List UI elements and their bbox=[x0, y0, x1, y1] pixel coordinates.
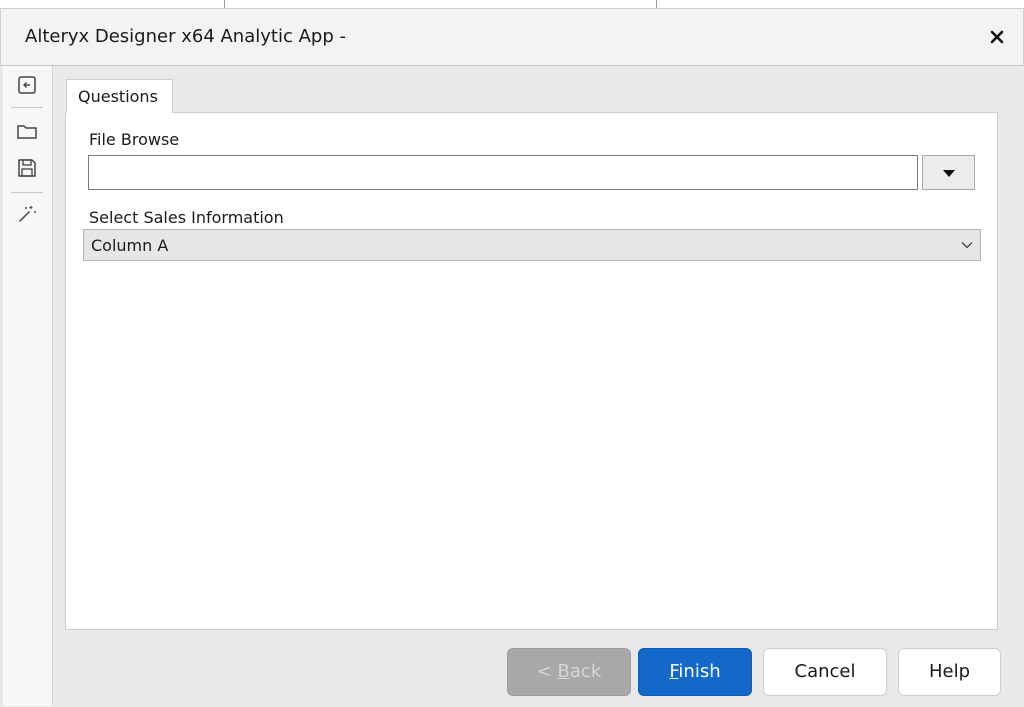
sales-select-label: Select Sales Information bbox=[89, 208, 284, 227]
close-icon bbox=[990, 30, 1004, 44]
tab-questions[interactable]: Questions bbox=[66, 79, 173, 113]
open-button[interactable] bbox=[15, 119, 39, 143]
sidebar-separator bbox=[11, 107, 43, 108]
tab-label: Questions bbox=[78, 87, 158, 106]
open-folder-icon bbox=[17, 125, 37, 139]
sidebar-separator bbox=[11, 192, 43, 193]
file-browse-label: File Browse bbox=[89, 130, 180, 149]
chevron-down-icon bbox=[961, 242, 973, 249]
file-browse-input[interactable] bbox=[88, 155, 918, 190]
caret-down-icon bbox=[943, 170, 955, 177]
magic-wand-button[interactable] bbox=[15, 202, 39, 226]
strip-divider bbox=[224, 0, 225, 8]
save-icon bbox=[18, 159, 36, 177]
window-title: Alteryx Designer x64 Analytic App - bbox=[25, 26, 346, 47]
finish-button[interactable]: Finish bbox=[638, 648, 752, 696]
help-button[interactable]: Help bbox=[898, 648, 1001, 696]
top-strip bbox=[0, 0, 1024, 8]
strip-divider bbox=[656, 0, 657, 8]
back-prefix: < bbox=[536, 661, 558, 682]
back-button[interactable]: < Back bbox=[507, 648, 631, 696]
finish-label-rest: inish bbox=[678, 661, 721, 682]
sales-information-select[interactable]: Column A bbox=[83, 229, 981, 261]
title-bar: Alteryx Designer x64 Analytic App - bbox=[0, 8, 1024, 66]
file-browse-dropdown-button[interactable] bbox=[922, 155, 975, 190]
back-label-rest: ack bbox=[569, 661, 602, 682]
cancel-label: Cancel bbox=[794, 661, 856, 682]
close-button[interactable] bbox=[983, 23, 1011, 51]
help-label: Help bbox=[928, 661, 971, 682]
select-value: Column A bbox=[91, 236, 169, 255]
back-arrow-icon bbox=[18, 76, 36, 94]
back-arrow-button[interactable] bbox=[15, 73, 39, 97]
magic-wand-icon bbox=[19, 206, 36, 222]
save-button[interactable] bbox=[15, 156, 39, 180]
cancel-button[interactable]: Cancel bbox=[763, 648, 887, 696]
sidebar-toolbar bbox=[3, 66, 53, 706]
back-mnemonic: B bbox=[557, 661, 570, 682]
